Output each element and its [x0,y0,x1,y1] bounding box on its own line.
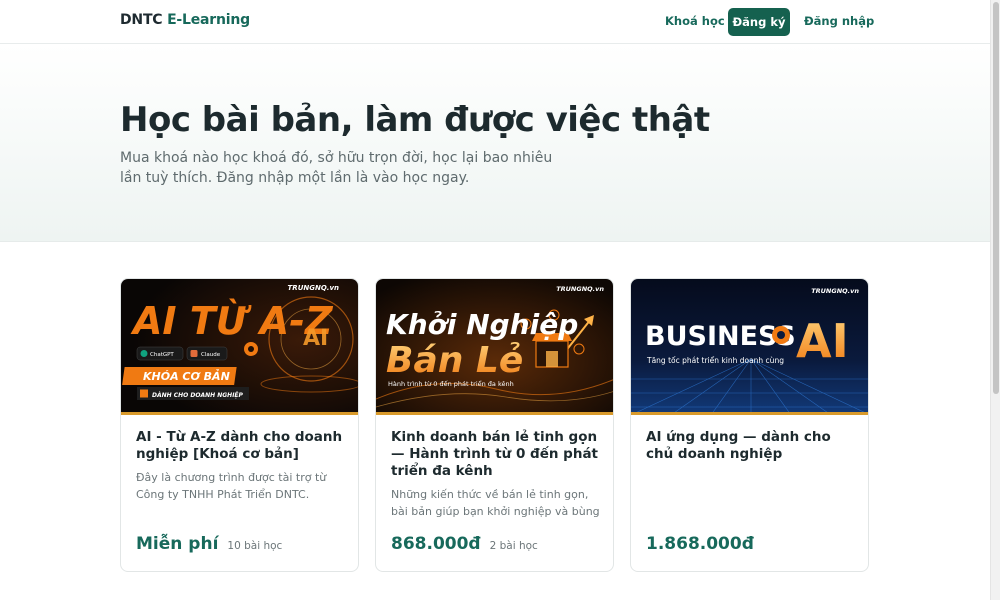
course-card[interactable]: TRUNGNQ.vn BUSINESS AI Tăng tốc phát tri… [630,278,869,572]
thumb-headline-2: AI [796,314,849,368]
thumb-brand: TRUNGNQ.vn [556,285,604,293]
course-footer: Miễn phí 10 bài học [136,534,282,554]
course-price: 868.000đ [391,534,481,554]
course-footer: 868.000đ 2 bài học [391,534,538,554]
nav-link-login[interactable]: Đăng nhập [804,14,874,28]
course-title[interactable]: AI - Từ A-Z dành cho doanh nghiệp [Khoá … [136,429,346,463]
register-button[interactable]: Đăng ký [728,8,790,36]
course-price: 1.868.000đ [646,534,754,554]
logo-brand: DNTC [120,12,163,28]
hero-section: Học bài bản, làm được việc thật Mua khoá… [0,44,990,242]
course-description: Những kiến thức về bán lẻ tinh gọn, bài … [391,488,600,518]
course-card[interactable]: TRUNGNQ.vn AI TỪ A-Z AI ChatGPT Claude K… [120,278,359,572]
course-thumbnail[interactable]: TRUNGNQ.vn Khởi Nghiệp Bán Lẻ Hành trình… [376,279,613,415]
scrollbar-thumb[interactable] [993,2,999,394]
thumb-ai-mark: AI [303,326,328,351]
page-scrollbar[interactable] [990,0,1000,600]
course-footer: 1.868.000đ [646,534,754,554]
thumb-tagline: Hành trình từ 0 đến phát triển đa kênh [388,379,514,388]
lesson-count: 10 bài học [227,540,283,552]
hero-subtitle: Mua khoá nào học khoá đó, sở hữu trọn đờ… [120,150,553,186]
course-title[interactable]: AI ứng dụng — dành cho chủ doanh nghiệp [646,429,856,463]
course-price: Miễn phí [136,534,219,554]
course-thumbnail[interactable]: TRUNGNQ.vn BUSINESS AI Tăng tốc phát tri… [631,279,868,415]
logo-accent: E-Learning [167,12,250,28]
course-thumbnail[interactable]: TRUNGNQ.vn AI TỪ A-Z AI ChatGPT Claude K… [121,279,358,415]
top-nav-bar: DNTC E-Learning Khoá học Đăng ký Đăng nh… [0,0,990,44]
site-logo[interactable]: DNTC E-Learning [120,12,250,28]
lesson-count: 2 bài học [489,540,538,552]
gear-icon [244,342,258,356]
course-title[interactable]: Kinh doanh bán lẻ tinh gọn — Hành trình … [391,429,601,480]
thumb-brand: TRUNGNQ.vn [288,284,339,292]
claude-chip: Claude [186,346,228,361]
course-description: Đây là chương trình được tài trợ từ Công… [136,471,327,501]
hero-title: Học bài bản, làm được việc thật [120,100,710,140]
thumb-headline-1: Khởi Nghiệp [386,308,578,341]
thumb-tagline: DÀNH CHO DOANH NGHIỆP [152,392,244,399]
thumb-brand: TRUNGNQ.vn [811,287,859,295]
thumb-badge: KHÓA CƠ BẢN [143,369,230,383]
nav-link-courses[interactable]: Khoá học [665,14,725,28]
chatgpt-chip: ChatGPT [136,346,184,361]
thumb-headline-2: Bán Lẻ [386,340,523,381]
gear-icon [772,326,790,344]
chip-label: ChatGPT [150,352,174,358]
chip-label: Claude [201,352,221,358]
course-card[interactable]: TRUNGNQ.vn Khởi Nghiệp Bán Lẻ Hành trình… [375,278,614,572]
thumb-tagline: Tăng tốc phát triển kinh doanh cùng [646,356,784,365]
